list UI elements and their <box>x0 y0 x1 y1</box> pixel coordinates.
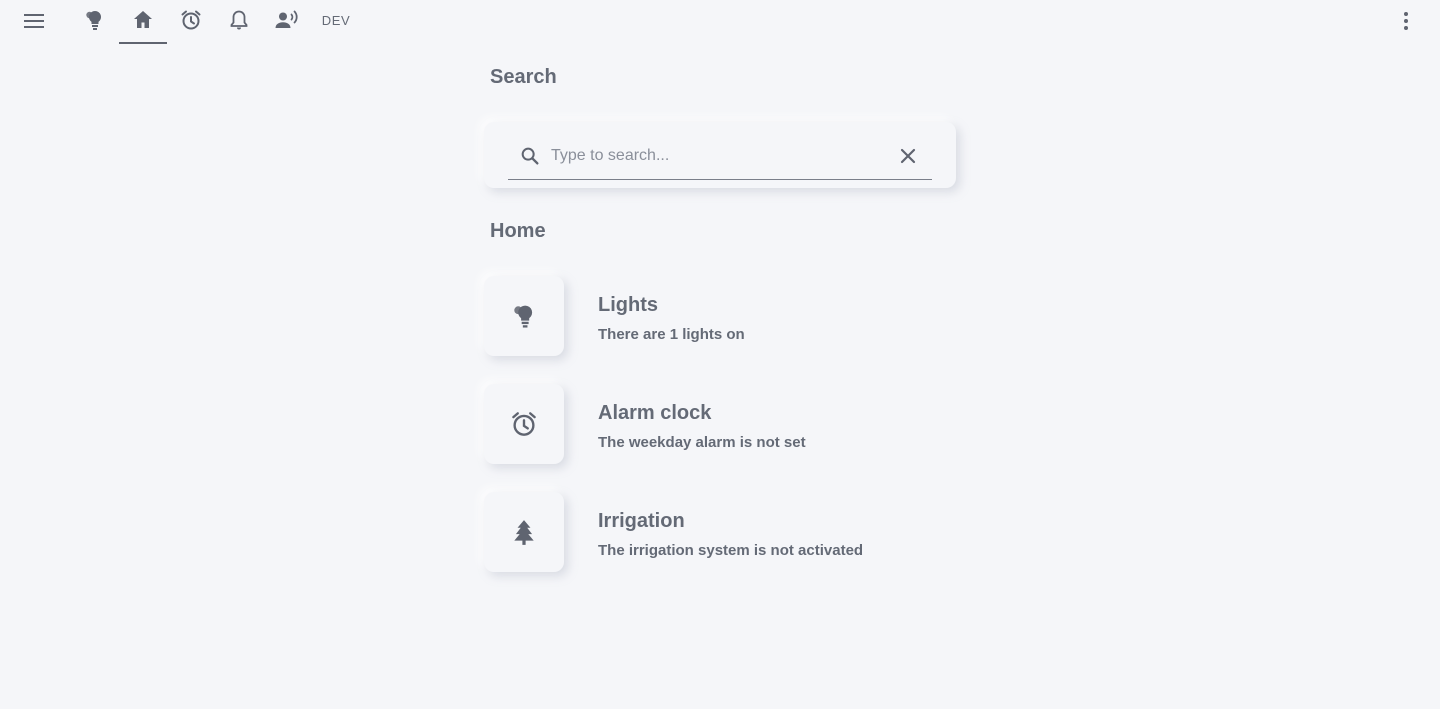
more-vertical-icon <box>1404 12 1408 30</box>
list-item-alarm-clock[interactable]: Alarm clock The weekday alarm is not set <box>484 384 944 466</box>
top-app-bar: DEV <box>0 0 1440 44</box>
home-icon <box>134 11 152 28</box>
search-card <box>484 122 956 188</box>
home-heading: Home <box>490 220 546 242</box>
tab-notifications[interactable] <box>215 0 263 44</box>
item-title: Alarm clock <box>598 402 712 424</box>
search-field <box>508 134 932 180</box>
lights-tile <box>484 276 564 356</box>
menu-button[interactable] <box>22 9 46 33</box>
tree-icon <box>514 520 534 545</box>
tab-voice[interactable] <box>263 0 311 44</box>
item-title: Irrigation <box>598 510 685 532</box>
search-icon <box>521 147 539 165</box>
search-input[interactable] <box>551 142 881 170</box>
person-voice-icon <box>275 10 298 28</box>
irrigation-tile <box>484 492 564 572</box>
tab-home[interactable] <box>119 0 167 44</box>
close-icon <box>900 148 916 164</box>
tab-alarm-clock[interactable] <box>167 0 215 44</box>
search-heading: Search <box>490 66 557 88</box>
more-options-button[interactable] <box>1394 9 1418 33</box>
tab-dev[interactable]: DEV <box>312 0 360 44</box>
item-title: Lights <box>598 294 658 316</box>
item-subtitle: The irrigation system is not activated <box>598 542 864 559</box>
item-subtitle: There are 1 lights on <box>598 326 745 343</box>
item-subtitle: The weekday alarm is not set <box>598 434 806 451</box>
alarm-clock-icon <box>512 412 536 436</box>
hamburger-menu-icon <box>24 14 44 28</box>
alarm-clock-tile <box>484 384 564 464</box>
list-item-lights[interactable]: Lights There are 1 lights on <box>484 276 944 358</box>
clear-search-button[interactable] <box>896 144 920 168</box>
tab-lights[interactable] <box>71 0 119 44</box>
bell-icon <box>230 10 248 30</box>
lightbulb-icon <box>514 305 533 328</box>
tab-dev-label: DEV <box>321 13 351 28</box>
list-item-irrigation[interactable]: Irrigation The irrigation system is not … <box>484 492 944 574</box>
lightbulb-icon <box>86 10 102 30</box>
alarm-clock-icon <box>181 10 201 30</box>
